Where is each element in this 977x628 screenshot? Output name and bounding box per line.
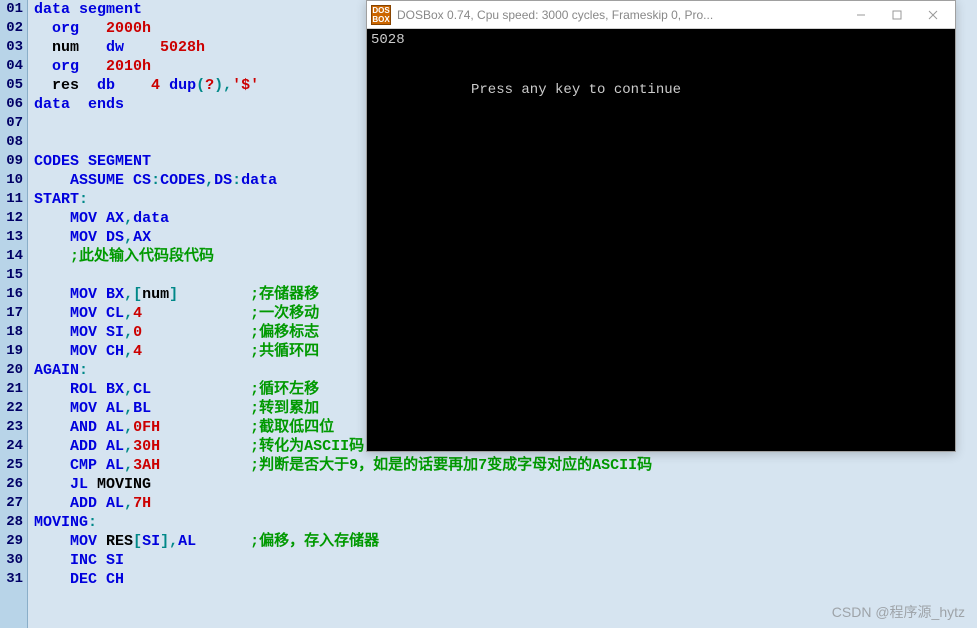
line-number: 13 <box>0 228 27 247</box>
line-number: 27 <box>0 494 27 513</box>
line-number: 18 <box>0 323 27 342</box>
line-number: 04 <box>0 57 27 76</box>
code-line[interactable]: JL MOVING <box>34 475 977 494</box>
dos-prompt: Press any key to continue <box>371 81 951 99</box>
line-number: 26 <box>0 475 27 494</box>
line-number: 20 <box>0 361 27 380</box>
line-number: 17 <box>0 304 27 323</box>
line-number: 19 <box>0 342 27 361</box>
line-number: 28 <box>0 513 27 532</box>
close-button[interactable] <box>915 3 951 27</box>
line-number-gutter: 0102030405060708091011121314151617181920… <box>0 0 28 628</box>
line-number: 09 <box>0 152 27 171</box>
line-number: 08 <box>0 133 27 152</box>
code-line[interactable]: MOV RES[SI],AL ;偏移，存入存储器 <box>34 532 977 551</box>
line-number: 03 <box>0 38 27 57</box>
line-number: 16 <box>0 285 27 304</box>
code-line[interactable]: MOVING: <box>34 513 977 532</box>
line-number: 07 <box>0 114 27 133</box>
code-line[interactable]: DEC CH <box>34 570 977 589</box>
line-number: 06 <box>0 95 27 114</box>
line-number: 22 <box>0 399 27 418</box>
dosbox-window[interactable]: DOSBOX DOSBox 0.74, Cpu speed: 3000 cycl… <box>366 0 956 452</box>
line-number: 24 <box>0 437 27 456</box>
dosbox-title-text: DOSBox 0.74, Cpu speed: 3000 cycles, Fra… <box>397 8 843 22</box>
minimize-button[interactable] <box>843 3 879 27</box>
line-number: 11 <box>0 190 27 209</box>
code-line[interactable]: INC SI <box>34 551 977 570</box>
line-number: 21 <box>0 380 27 399</box>
maximize-button[interactable] <box>879 3 915 27</box>
line-number: 12 <box>0 209 27 228</box>
line-number: 01 <box>0 0 27 19</box>
line-number: 05 <box>0 76 27 95</box>
dos-output-value: 5028 <box>371 31 951 49</box>
dosbox-icon: DOSBOX <box>371 5 391 25</box>
line-number: 14 <box>0 247 27 266</box>
line-number: 10 <box>0 171 27 190</box>
line-number: 25 <box>0 456 27 475</box>
code-line[interactable]: ADD AL,7H <box>34 494 977 513</box>
watermark: CSDN @程序源_hytz <box>832 602 965 622</box>
line-number: 02 <box>0 19 27 38</box>
line-number: 23 <box>0 418 27 437</box>
line-number: 15 <box>0 266 27 285</box>
dosbox-titlebar[interactable]: DOSBOX DOSBox 0.74, Cpu speed: 3000 cycl… <box>367 1 955 29</box>
line-number: 30 <box>0 551 27 570</box>
line-number: 31 <box>0 570 27 589</box>
window-controls <box>843 3 951 27</box>
dosbox-console[interactable]: 5028 Press any key to continue <box>367 29 955 451</box>
line-number: 29 <box>0 532 27 551</box>
code-line[interactable]: CMP AL,3AH ;判断是否大于9，如是的话要再加7变成字母对应的ASCII… <box>34 456 977 475</box>
